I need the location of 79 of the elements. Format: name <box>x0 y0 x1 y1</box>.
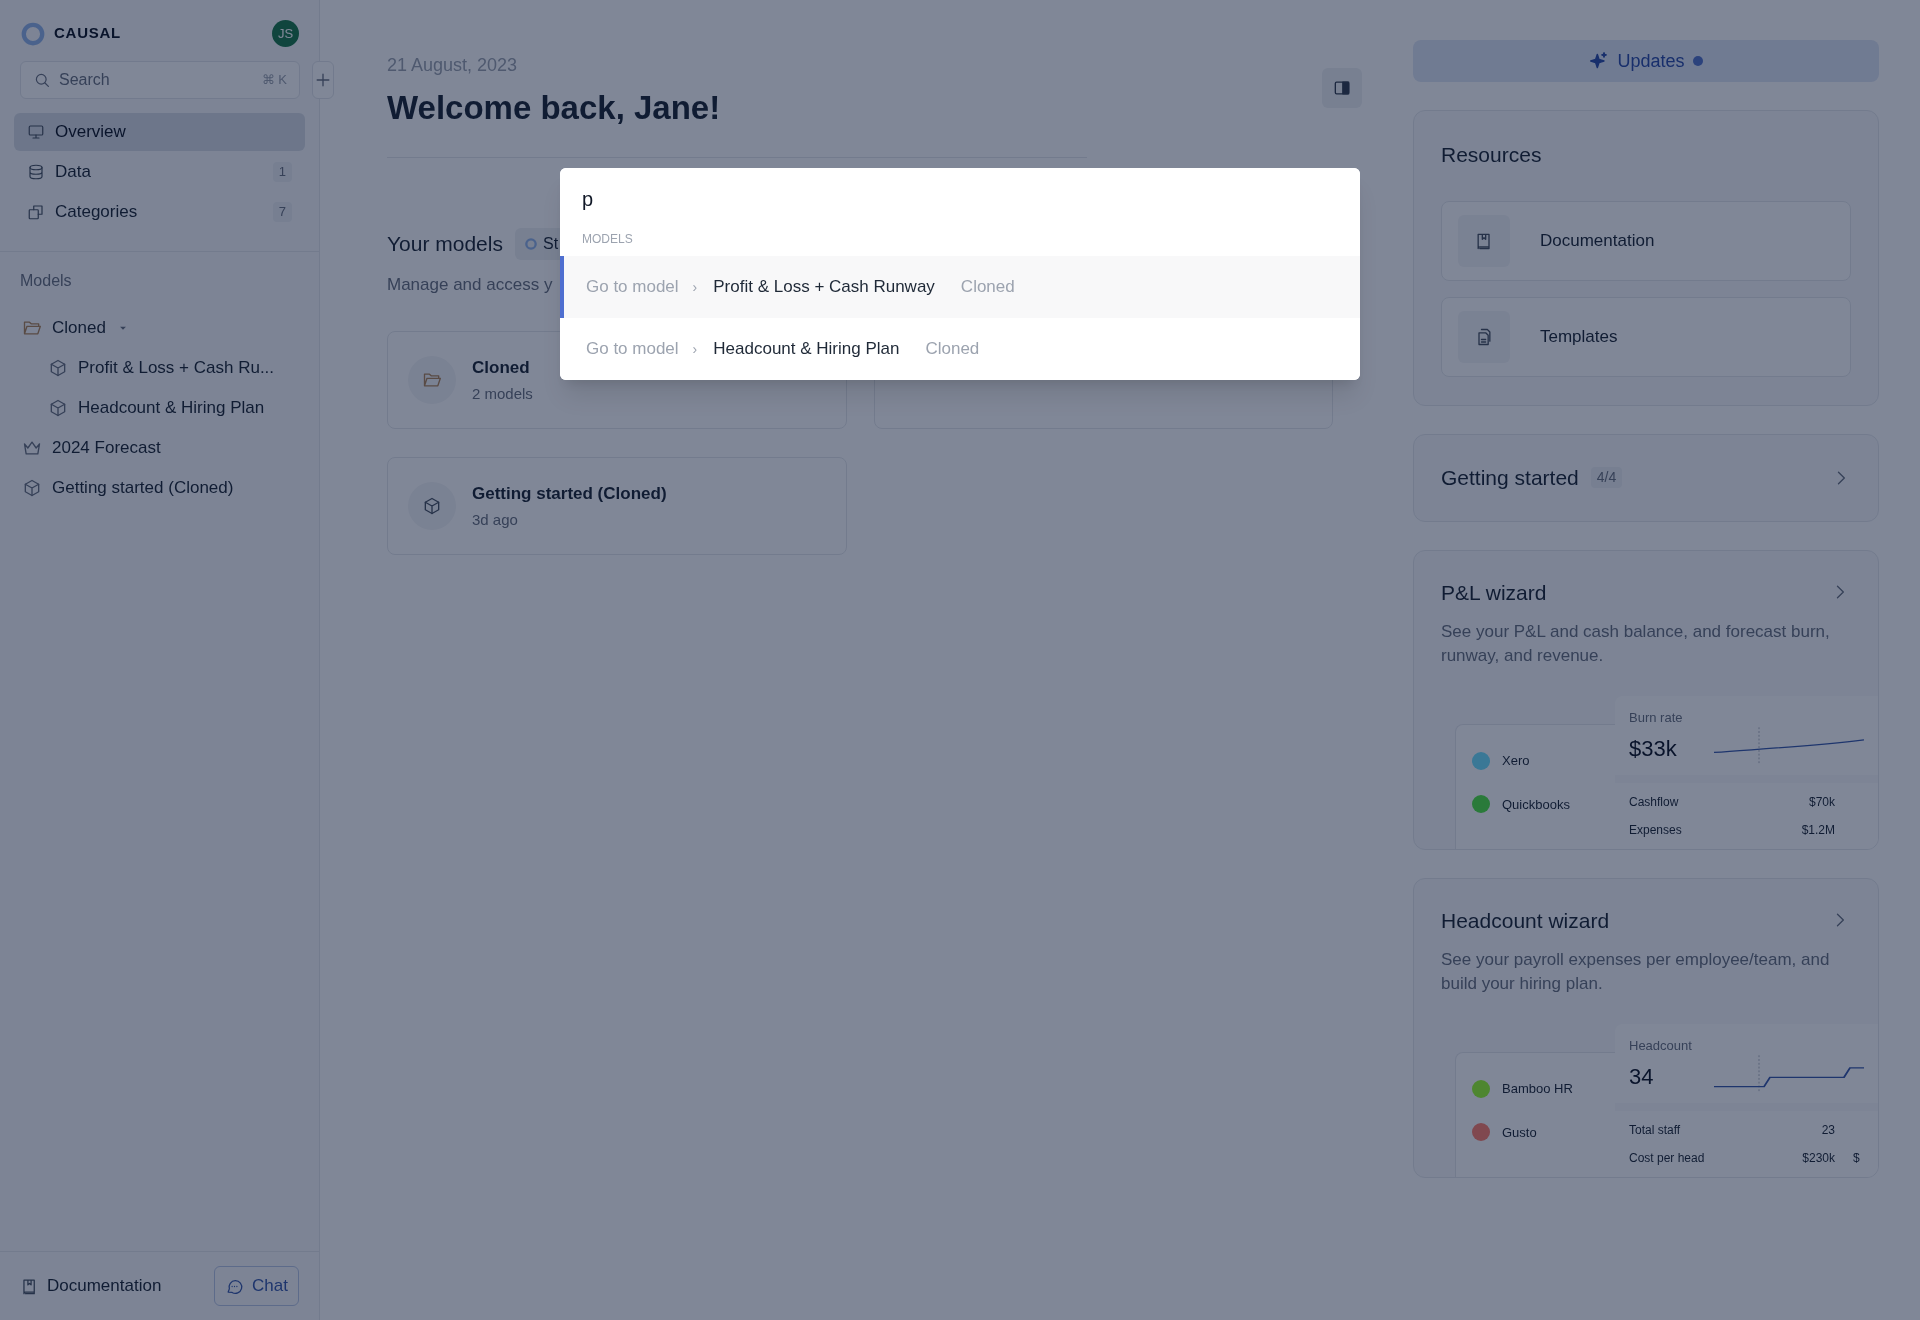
table-cell-text: Cost per head <box>1629 1149 1706 1167</box>
card-title: Getting started (Cloned) <box>472 483 667 505</box>
table-cell-text: $70k <box>1807 793 1835 811</box>
command-field[interactable]: p <box>560 168 1360 230</box>
wizard-card[interactable]: P&L wizard See your P&L and cash balance, and forecast burn, runway, and revenue. Xero Quickbooks Burn rate $33k Cashflow $70k Expenses $1.2M <box>1413 549 1879 850</box>
separator-glyph: › <box>692 277 698 297</box>
sparkle-icon <box>1589 51 1610 71</box>
resource-link[interactable]: Documentation <box>1441 200 1851 281</box>
metric-value: 34 <box>1629 1062 1655 1091</box>
search-icon <box>33 71 51 89</box>
tree-item[interactable]: Getting started (Cloned) <box>22 469 297 507</box>
metric-label: Headcount <box>1629 1037 1692 1055</box>
cube-icon <box>48 358 68 378</box>
table-cell-text: $230k <box>1801 1149 1835 1167</box>
page-title: Welcome back, Jane! <box>387 88 721 128</box>
progress-badge: 4/4 <box>1590 467 1623 488</box>
result-tag: Cloned <box>960 274 1015 300</box>
table-cell-text: $ <box>1853 1149 1860 1167</box>
result-title: Profit & Loss + Cash Runway <box>713 276 935 299</box>
logo-text: CAUSAL <box>54 23 121 44</box>
nav-item[interactable]: Categories 7 <box>14 193 305 231</box>
stacked-squares-icon <box>27 203 45 221</box>
nav-item[interactable]: Overview <box>14 113 305 151</box>
table-cell-text: Expenses <box>1629 821 1683 839</box>
table-cell-text: 23 <box>1820 1121 1835 1139</box>
card-title: Cloned <box>472 357 531 379</box>
cube-icon <box>22 478 42 498</box>
monitor-icon <box>27 123 45 141</box>
result-prefix: Go to model <box>586 338 679 361</box>
tree-item[interactable]: Cloned <box>22 309 297 347</box>
command-result[interactable]: Go to model › Headcount & Hiring Plan Cloned <box>560 318 1360 380</box>
integration-name: Quickbooks <box>1502 795 1570 814</box>
card-heading: Headcount wizard <box>1441 907 1610 934</box>
table-cell-text: Total staff <box>1629 1121 1682 1139</box>
section-heading: MODELS <box>581 231 634 248</box>
command-result[interactable]: Go to model › Profit & Loss + Cash Runway Cloned <box>560 256 1360 318</box>
result-prefix: Go to model <box>586 276 679 299</box>
ring-icon <box>522 235 539 252</box>
card-subtitle: 2 models <box>472 383 533 404</box>
tree-item[interactable]: Headcount & Hiring Plan <box>22 389 297 427</box>
tree-item[interactable]: Profit & Loss + Cash Ru... <box>22 349 297 387</box>
wizard-card[interactable]: Headcount wizard See your payroll expenses per employee/team, and build your hiring plan. Bamboo HR Gusto Headcount 34 Total staff 23 Cost per head $230k $ <box>1413 877 1879 1178</box>
cube-icon <box>48 398 68 418</box>
separator-glyph: › <box>692 339 698 359</box>
section-heading: Models <box>19 271 73 291</box>
metric-value: $33k <box>1629 734 1678 763</box>
table-cell-text: $1.2M <box>1800 821 1835 839</box>
card-heading: Getting started <box>1441 464 1579 491</box>
card-heading: Resources <box>1441 142 1543 168</box>
resource-link[interactable]: Templates <box>1441 296 1851 377</box>
card-heading: P&L wizard <box>1441 579 1547 606</box>
section-subtitle: Manage and access y <box>387 273 553 296</box>
add-button[interactable] <box>312 61 334 99</box>
card-subtitle: 3d ago <box>472 509 519 530</box>
chat-button[interactable]: Chat <box>214 1266 299 1306</box>
nav-item[interactable]: Data 1 <box>14 153 305 191</box>
model-card[interactable]: Getting started (Cloned) 3d ago <box>387 457 847 555</box>
database-icon <box>27 163 45 181</box>
getting-started-card[interactable]: Getting started 4/4 <box>1413 433 1879 522</box>
count-badge: 7 <box>272 202 292 222</box>
tree-item[interactable]: 2024 Forecast <box>22 429 297 467</box>
documentation-link[interactable]: Documentation <box>20 1273 162 1299</box>
card-description: See your P&L and cash balance, and forecast burn, runway, and revenue. <box>1441 621 1831 667</box>
section-title: Your models <box>387 230 503 257</box>
count-badge: 1 <box>272 162 292 182</box>
integration-name: Bamboo HR <box>1502 1080 1573 1098</box>
integration-name: Gusto <box>1502 1123 1537 1142</box>
search-input[interactable]: Search <box>59 68 254 92</box>
result-tag: Cloned <box>925 336 980 362</box>
metric-label: Burn rate <box>1629 709 1683 727</box>
table-cell-text: Cashflow <box>1629 793 1680 811</box>
integration-name: Xero <box>1502 752 1530 770</box>
logo-ring-icon <box>20 20 46 47</box>
command-input[interactable]: p <box>582 184 1338 214</box>
cube-icon <box>422 496 442 516</box>
updates-button[interactable]: Updates <box>1413 40 1879 82</box>
user-avatar[interactable]: JS <box>272 20 299 47</box>
panel-toggle-button[interactable] <box>1322 68 1362 108</box>
card-description: See your payroll expenses per employee/team, and build your hiring plan. <box>1441 949 1831 995</box>
